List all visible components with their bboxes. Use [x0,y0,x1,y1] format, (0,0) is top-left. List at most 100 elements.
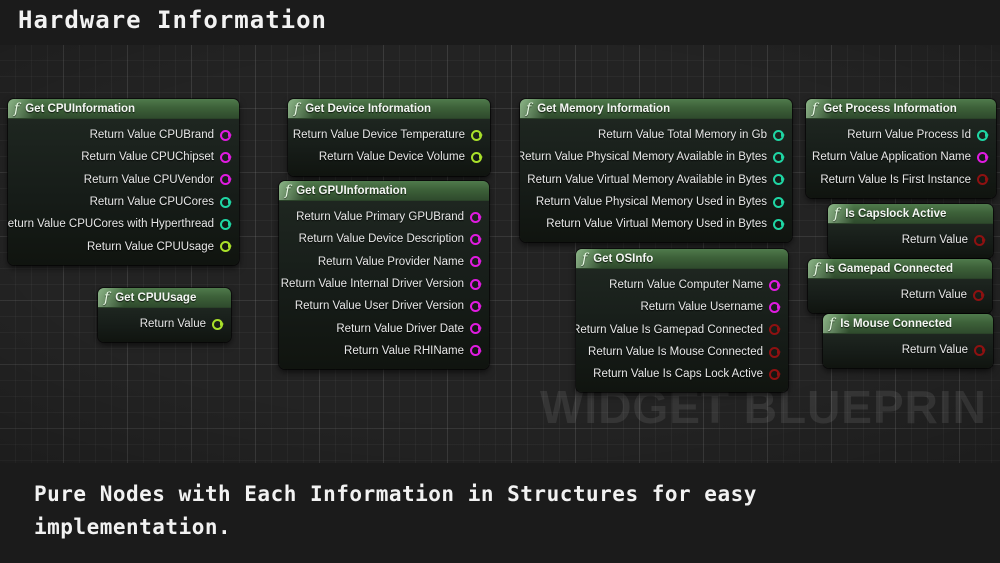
output-pin-bool[interactable] [974,344,986,356]
node-get-cpu-information[interactable]: f Get CPUInformation Return Value CPUBrand… [8,99,239,265]
node-get-process-information[interactable]: f Get Process Information Return Value Pro… [806,99,996,198]
output-pin-bool[interactable] [769,368,781,380]
node-header-get-gpu-information[interactable]: f Get GPUInformation [279,181,489,201]
pin-nub [985,177,989,182]
pin-row: Return Value CPUVendor [8,169,239,191]
output-pin-int[interactable] [773,151,785,163]
node-title-is-mouse-connected: Is Mouse Connected [840,317,953,330]
node-body-get-memory-information: Return Value Total Memory in Gb Return Va… [520,119,792,243]
output-pin-bool[interactable] [769,346,781,358]
pin-row: Return Value Is Gamepad Connected [576,319,788,341]
node-header-get-cpu-information[interactable]: f Get CPUInformation [8,99,239,119]
node-header-get-device-information[interactable]: f Get Device Information [288,99,490,119]
node-get-cpu-usage[interactable]: f Get CPUUsage Return Value [98,288,231,343]
output-pin-bool[interactable] [977,174,989,186]
output-pin-float[interactable] [471,129,483,141]
pin-nub [982,347,986,352]
pin-label: Return Value Device Temperature [292,129,465,142]
pin-label: Return Value Total Memory in Gb [598,129,767,142]
node-get-memory-information[interactable]: f Get Memory Information Return Value Tota… [520,99,792,243]
pin-row: Return Value Is First Instance [806,169,996,191]
node-is-capslock-active[interactable]: f Is Capslock Active Return Value [828,204,993,259]
node-get-device-information[interactable]: f Get Device Information Return Value Devi… [288,99,490,176]
output-pin-string[interactable] [220,174,232,186]
pin-label: Return Value Driver Date [336,322,464,335]
node-header-get-cpu-usage[interactable]: f Get CPUUsage [98,288,231,308]
output-pin-string[interactable] [769,279,781,291]
output-pin-int[interactable] [977,129,989,141]
output-pin-int[interactable] [773,218,785,230]
pin-row: Return Value Driver Date [279,317,489,339]
node-body-get-device-information: Return Value Device Temperature Return Va… [288,119,490,176]
output-pin-string[interactable] [977,151,989,163]
output-pin-string[interactable] [470,256,482,268]
node-title-get-cpu-usage: Get CPUUsage [115,291,197,304]
function-fx-icon: f [104,289,110,306]
output-pin-string[interactable] [470,345,482,357]
node-header-get-os-info[interactable]: f Get OSInfo [576,249,788,269]
output-pin-bool[interactable] [973,289,985,301]
output-pin-float[interactable] [471,151,483,163]
node-header-get-memory-information[interactable]: f Get Memory Information [520,99,792,119]
node-body-is-capslock-active: Return Value [828,224,993,259]
node-get-os-info[interactable]: f Get OSInfo Return Value Computer Name Ret… [576,249,788,393]
pin-row: Return Value Virtual Memory Available in… [520,169,792,191]
pin-label: Return Value [139,318,206,331]
output-pin-string[interactable] [470,300,482,312]
node-get-gpu-information[interactable]: f Get GPUInformation Return Value Primary … [279,181,489,370]
pin-nub [985,132,989,137]
output-pin-string[interactable] [470,278,482,290]
pin-label: Return Value CPUVendor [83,173,214,186]
output-pin-string[interactable] [470,233,482,245]
output-pin-int[interactable] [773,129,785,141]
output-pin-bool[interactable] [769,324,781,336]
pin-label: Return Value User Driver Version [294,300,464,313]
node-header-get-process-information[interactable]: f Get Process Information [806,99,996,119]
node-header-is-mouse-connected[interactable]: f Is Mouse Connected [823,314,993,334]
pin-row: Return Value [823,339,993,361]
output-pin-int[interactable] [220,196,232,208]
pin-row: Return Value Is Mouse Connected [576,341,788,363]
pin-row: Return Value CPUCores with Hyperthread [8,213,239,235]
node-title-get-process-information: Get Process Information [823,102,957,115]
pin-nub [781,155,785,160]
blueprint-graph-canvas[interactable]: WIDGET BLUEPRIN f Get CPUInformation Retur… [0,45,1000,463]
output-pin-int[interactable] [220,218,232,230]
node-header-is-gamepad-connected[interactable]: f Is Gamepad Connected [808,259,992,279]
pin-row: Return Value Physical Memory Available i… [520,146,792,168]
output-pin-string[interactable] [470,323,482,335]
page-title: Hardware Information [18,6,327,34]
pin-label: Return Value [900,289,967,302]
node-body-get-os-info: Return Value Computer Name Return Value U… [576,269,788,393]
pin-row: Return Value CPUUsage [8,235,239,257]
output-pin-string[interactable] [220,129,232,141]
node-is-mouse-connected[interactable]: f Is Mouse Connected Return Value [823,314,993,369]
output-pin-int[interactable] [773,196,785,208]
output-pin-string[interactable] [220,151,232,163]
output-pin-float[interactable] [220,241,232,253]
pin-nub [781,132,785,137]
pin-row: Return Value Device Volume [288,146,490,168]
pin-label: Return Value Is Gamepad Connected [576,323,763,336]
node-header-is-capslock-active[interactable]: f Is Capslock Active [828,204,993,224]
pin-nub [985,155,989,160]
pin-nub [478,237,482,242]
node-body-get-cpu-information: Return Value CPUBrand Return Value CPUChi… [8,119,239,265]
pin-row: Return Value CPUBrand [8,124,239,146]
node-title-is-capslock-active: Is Capslock Active [845,207,947,220]
output-pin-string[interactable] [769,301,781,313]
node-is-gamepad-connected[interactable]: f Is Gamepad Connected Return Value [808,259,992,314]
output-pin-bool[interactable] [974,234,986,246]
pin-label: Return Value Physical Memory Used in Byt… [535,196,767,209]
pin-row: Return Value Internal Driver Version [279,273,489,295]
node-title-get-device-information: Get Device Information [305,102,432,115]
pin-label: Return Value Internal Driver Version [280,278,464,291]
output-pin-float[interactable] [212,318,224,330]
pin-row: Return Value Primary GPUBrand [279,206,489,228]
output-pin-string[interactable] [470,211,482,223]
blueprint-screenshot: WIDGET BLUEPRIN f Get CPUInformation Retur… [0,0,1000,563]
output-pin-int[interactable] [773,174,785,186]
pin-label: Return Value [901,234,968,247]
function-fx-icon: f [294,100,300,117]
pin-label: Return Value Virtual Memory Available in… [527,173,767,186]
